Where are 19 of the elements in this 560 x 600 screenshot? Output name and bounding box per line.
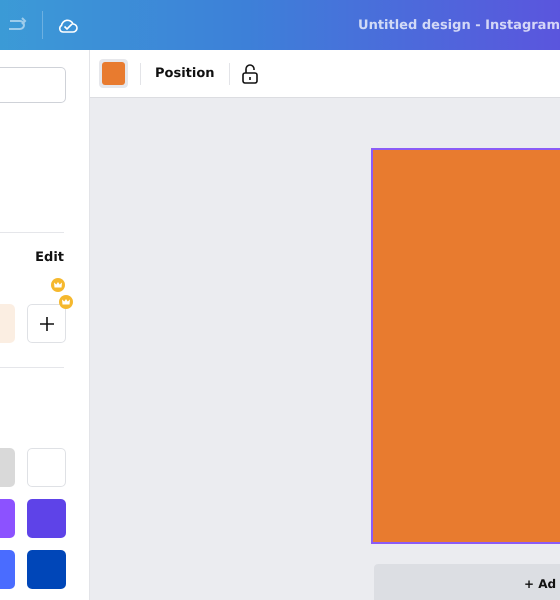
color-swatch[interactable] (27, 448, 66, 487)
position-button[interactable]: Position (153, 62, 217, 85)
crown-icon (59, 295, 73, 309)
add-color-button[interactable] (27, 304, 66, 343)
crown-icon (51, 278, 65, 292)
color-swatch[interactable] (27, 499, 66, 538)
design-title[interactable]: Untitled design - Instagram (358, 18, 560, 32)
color-swatch[interactable] (0, 499, 15, 538)
edit-link[interactable]: Edit (35, 250, 64, 270)
color-swatch[interactable] (0, 550, 15, 589)
plus-icon (40, 316, 54, 330)
unlocked-padlock-icon[interactable] (242, 64, 258, 84)
search-field[interactable] (0, 67, 66, 103)
color-swatch[interactable] (0, 448, 15, 487)
add-page-button[interactable]: + Ad (374, 564, 560, 600)
fill-color-button[interactable] (99, 59, 128, 88)
color-swatch[interactable] (0, 304, 15, 343)
redo-icon[interactable] (6, 17, 28, 33)
color-swatch[interactable] (27, 550, 66, 589)
